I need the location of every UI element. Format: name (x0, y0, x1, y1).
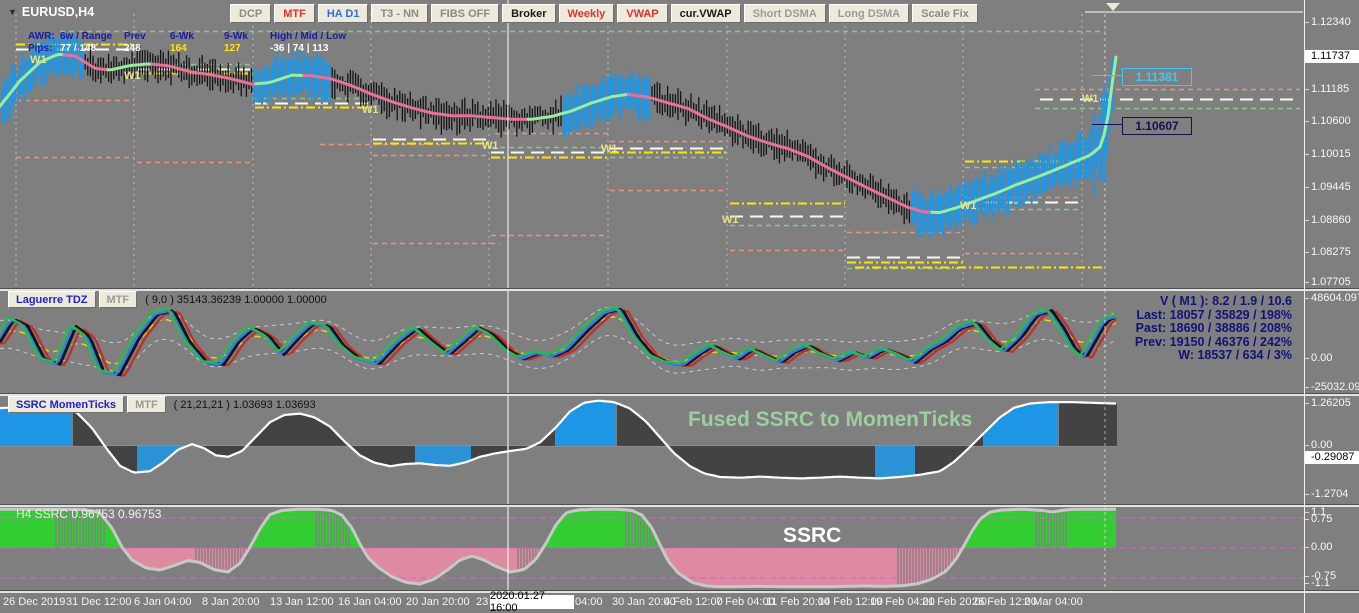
price-axis-label: 1.08860 (1305, 214, 1351, 226)
awr-col-6wk: 6-Wk (170, 31, 194, 42)
momenticks-axis-label: -1.2704 (1304, 488, 1349, 500)
awr-val-high-mid-low: -36 | 74 | 113 (270, 43, 329, 54)
current-price-label: 1.11737 (1305, 50, 1359, 63)
toolbar-button-t3-nn[interactable]: T3 - NN (371, 4, 428, 23)
awr-val-9wk: 127 (224, 43, 241, 54)
price-axis-label: 1.08275 (1305, 246, 1351, 258)
price-axis[interactable]: 1.12340 1.11185 1.10600 1.10015 1.09445 1.088… (1304, 0, 1359, 613)
w1-pivot-label: W1 (722, 214, 739, 226)
momenticks-current-label: -0.29087 (1305, 451, 1359, 464)
momenticks-params: ( 21,21,21 ) 1.03693 1.03693 (173, 398, 316, 411)
toolbar-button-broker[interactable]: Broker (502, 4, 556, 23)
awr-col-6w-range: 6w / Range (60, 31, 113, 42)
w1-pivot-label: W1 (601, 143, 618, 155)
momenticks-axis-label: 0.00 (1304, 439, 1333, 451)
price-axis-label: 1.10015 (1305, 148, 1351, 160)
time-axis-label: 04:00 (575, 596, 603, 608)
toolbar-button-cur-vwap[interactable]: cur.VWAP (670, 4, 741, 23)
laguerre-header: Laguerre TDZ MTF ( 9,0 ) 35143.36239 1.0… (8, 291, 327, 308)
price-axis-label: 1.09445 (1305, 181, 1351, 193)
awr-row-label: AWR: (28, 31, 55, 42)
awr-col-high-mid-low: High / Mid / Low (270, 31, 347, 42)
time-axis-label: 16 Jan 04:00 (338, 596, 402, 608)
mt4-chart-window: ▼ EURUSD,H4 DCP MTF HA D1 T3 - NN FIBS OFF Br… (0, 0, 1359, 613)
main-price-chart[interactable] (0, 0, 1304, 288)
ssrc-axis-label: 0.00 (1304, 541, 1333, 553)
time-axis-label: 23 (476, 596, 489, 608)
time-axis-label: 2 Mar 04:00 (1024, 596, 1083, 608)
awr-col-prev: Prev (124, 31, 146, 42)
toolbar-button-weekly[interactable]: Weekly (558, 4, 615, 23)
awr-col-9wk: 9-Wk (224, 31, 248, 42)
price-axis-label: 1.10600 (1305, 115, 1351, 127)
time-axis-label: 6 Jan 04:00 (134, 596, 192, 608)
collapse-arrow-icon[interactable]: ▼ (8, 7, 17, 17)
pips-row-label: Pips: (28, 43, 53, 54)
indicator-toolbar: DCP MTF HA D1 T3 - NN FIBS OFF Broker Weekly VW… (230, 4, 978, 23)
laguerre-axis-label: -25032.09 (1305, 381, 1359, 393)
momenticks-axis-label: 1.26205 (1305, 397, 1351, 409)
toolbar-button-short-dsma[interactable]: Short DSMA (743, 4, 826, 23)
price-flag-lower: 1.10607 (1122, 117, 1192, 135)
ssrc-axis-label: 0.75 (1304, 513, 1333, 525)
time-axis-label: 20 Jan 20:00 (406, 596, 470, 608)
time-axis-label: 26 Dec 2019 (3, 596, 66, 608)
current-bar-marker-icon (1106, 3, 1120, 11)
toolbar-button-dcp[interactable]: DCP (230, 4, 272, 23)
ssrc-axis-label: -1.1 (1305, 577, 1330, 589)
toolbar-button-ha-d1[interactable]: HA D1 (317, 4, 369, 23)
ssrc-panel-chart[interactable] (0, 506, 1304, 590)
time-axis[interactable]: 2020.01.27 16:00 26 Dec 2019 31 Dec 12:00… (0, 590, 1304, 613)
time-axis-label: 13 Jan 12:00 (270, 596, 334, 608)
flag-line-lower (1092, 124, 1122, 125)
laguerre-stat-line: Prev: 19150 / 46376 / 242% (1134, 334, 1292, 349)
laguerre-axis-label: 48604.097 (1305, 292, 1359, 304)
laguerre-params: ( 9,0 ) 35143.36239 1.00000 1.00000 (145, 293, 327, 306)
fused-ssrc-overlay-text: Fused SSRC to MomenTicks (688, 408, 973, 431)
laguerre-stat-line: V ( M1 ): 8.2 / 1.9 / 10.6 (1159, 294, 1292, 308)
price-axis-label: 1.11185 (1304, 83, 1350, 95)
toolbar-button-vwap[interactable]: VWAP (617, 4, 668, 23)
momenticks-mtf-button[interactable]: MTF (127, 396, 166, 413)
price-axis-label: 1.12340 (1305, 16, 1351, 28)
panel-separator-3[interactable] (0, 504, 1359, 507)
w1-pivot-label: W1 (960, 200, 977, 212)
laguerre-stats: V ( M1 ): 8.2 / 1.9 / 10.6 Last: 18057 / … (1012, 294, 1292, 363)
ssrc-panel-title: H4 SSRC 0.96753 0.96753 (16, 507, 162, 521)
w1-pivot-label: W1 (482, 140, 499, 152)
w1-pivot-label: W1 (30, 54, 47, 66)
symbol-period-label: EURUSD,H4 (21, 5, 95, 19)
chart-title[interactable]: ▼ EURUSD,H4 (8, 5, 94, 19)
time-axis-label: 4 Feb 12:00 (664, 596, 723, 608)
price-flag-upper: 1.11381 (1122, 68, 1192, 86)
toolbar-button-mtf[interactable]: MTF (274, 4, 315, 23)
flag-line-upper (1092, 75, 1122, 76)
w1-pivot-label: W1 (362, 104, 379, 116)
selected-time-box: 2020.01.27 16:00 (490, 590, 574, 613)
momenticks-header: SSRC MomenTicks MTF ( 21,21,21 ) 1.03693… (8, 396, 316, 413)
laguerre-mtf-button[interactable]: MTF (98, 291, 138, 308)
laguerre-stat-line: Last: 18057 / 35829 / 198% (1136, 307, 1292, 322)
price-axis-label: 1.07705 (1305, 276, 1351, 288)
laguerre-axis-label: 0.00 (1304, 352, 1333, 364)
w1-pivot-label: W1 (124, 70, 141, 82)
laguerre-stat-line: W: 18537 / 634 / 3% (1178, 348, 1292, 362)
awr-val-6wk: 164 (170, 43, 187, 54)
time-axis-label: 8 Jan 20:00 (202, 596, 260, 608)
time-axis-label: 31 Dec 12:00 (66, 596, 132, 608)
toolbar-button-fibs-off[interactable]: FIBS OFF (430, 4, 500, 23)
momenticks-indicator-button[interactable]: SSRC MomenTicks (8, 396, 125, 413)
laguerre-indicator-button[interactable]: Laguerre TDZ (8, 291, 96, 308)
toolbar-button-scale-fix[interactable]: Scale Fix (912, 4, 978, 23)
awr-val-prev: 248 (124, 43, 141, 54)
w1-pivot-label: W1 (1082, 93, 1099, 105)
awr-val-6w-range: 77 / 148 (60, 43, 97, 54)
laguerre-stat-line: Past: 18690 / 38886 / 208% (1135, 321, 1292, 335)
toolbar-button-long-dsma[interactable]: Long DSMA (828, 4, 910, 23)
ssrc-overlay-text: SSRC (783, 524, 842, 547)
